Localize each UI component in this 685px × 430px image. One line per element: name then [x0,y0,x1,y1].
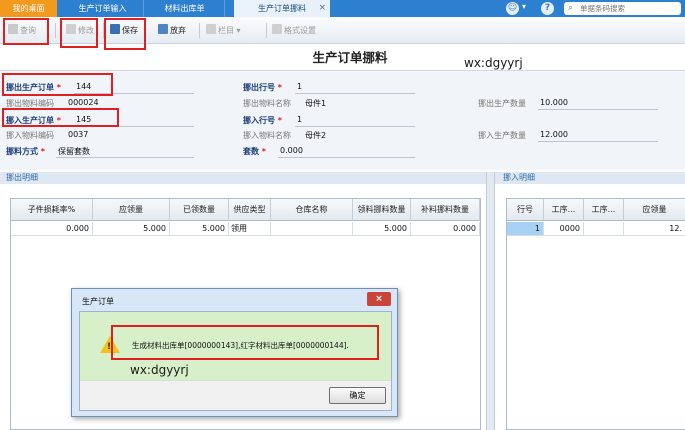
highlight-box [3,18,49,45]
smile-icon[interactable]: ☺ [506,2,519,15]
in-line-field[interactable]: 1 [297,115,302,124]
highlight-box [111,325,379,360]
table-cell[interactable]: 12. [624,222,685,236]
format-icon [272,24,282,34]
in-name-label: 挪入物料名称 [243,131,291,140]
table-cell[interactable] [271,222,353,236]
in-line-label: 挪入行号 * [243,116,282,125]
in-detail-grid: 行号 工序... 工序... 应领量 1 0000 12. [506,198,685,430]
in-name-value: 母件2 [305,131,327,140]
dialog-title: 生产订单 [82,297,114,306]
toolbar: 查询 修改 保存 放弃 栏目 ▾ 格式设置 [0,17,685,44]
table-cell[interactable]: 1 [507,222,544,236]
field-underline [295,93,415,94]
table-cell[interactable]: 5.000 [353,222,411,236]
barcode-search[interactable]: ⌕ [564,2,681,15]
table-cell[interactable] [584,222,624,236]
close-icon[interactable]: × [367,292,391,306]
field-underline [278,157,415,158]
table-cell[interactable]: 0.000 [411,222,480,236]
highlight-box [2,108,119,127]
field-underline [56,157,194,158]
in-detail-title: 挪入明细 [503,173,535,182]
table-cell[interactable]: 领用 [229,222,271,236]
table-cell[interactable]: 0000 [544,222,584,236]
highlight-box [104,18,146,50]
column-header[interactable]: 已领数量 [170,199,229,221]
toolbar-divider [266,23,267,38]
field-underline [538,141,658,142]
columns-label: 栏目 [218,26,234,35]
page-title: 生产订单挪料 [312,50,388,65]
discard-label: 放弃 [170,26,186,35]
tab-bar: 我的桌面 生产订单输入 材料出库单 生产订单挪料 × ☺ ▾ ? ⌕ [0,0,685,17]
in-code-value: 0037 [68,130,89,139]
highlight-box [60,18,98,48]
tab-close-icon[interactable]: × [318,0,326,17]
columns-button[interactable]: 栏目 ▾ [206,23,241,38]
highlight-box [2,73,113,96]
sets-field[interactable]: 0.000 [280,146,303,155]
column-header[interactable]: 仓库名称 [271,199,353,221]
column-header[interactable]: 应领量 [624,199,685,221]
sets-label: 套数 * [243,147,266,156]
out-detail-title: 挪出明细 [6,173,38,182]
table-cell[interactable]: 5.000 [93,222,170,236]
tab-production-order-transfer[interactable]: 生产订单挪料 × [234,0,330,17]
discard-button[interactable]: 放弃 [158,23,186,38]
table-cell[interactable]: 0.000 [11,222,93,236]
column-header[interactable]: 工序... [544,199,584,221]
ok-button[interactable]: 确定 [329,387,386,404]
columns-icon [206,24,216,34]
in-qty-value: 12.000 [540,130,568,139]
column-header[interactable]: 子件损耗率% [11,199,93,221]
column-header[interactable]: 领料挪料数量 [353,199,411,221]
out-code-value: 000024 [68,98,99,107]
in-code-label: 挪入物料编码 [6,131,54,140]
out-name-label: 挪出物料名称 [243,99,291,108]
method-select[interactable]: 保留套数 [58,146,90,157]
method-label: 挪料方式 * [6,147,45,156]
search-icon: ⌕ [568,3,574,13]
out-name-value: 母件1 [305,99,327,108]
tab-production-order-input[interactable]: 生产订单输入 [62,0,144,17]
in-qty-label: 挪入生产数量 [478,131,526,140]
tab-label: 生产订单挪料 [258,4,306,13]
watermark: wx:dgyyrj [130,363,189,377]
field-underline [538,109,658,110]
out-detail-header [0,172,487,184]
table-cell[interactable]: 5.000 [170,222,229,236]
watermark: wx:dgyyrj [464,56,523,70]
field-underline [295,126,415,127]
column-header[interactable]: 行号 [507,199,544,221]
toolbar-divider [55,23,56,38]
chevron-down-icon[interactable]: ▾ [522,2,526,11]
panel-splitter[interactable] [486,172,495,430]
toolbar-divider [199,23,200,38]
format-settings-button[interactable]: 格式设置 [272,23,316,38]
column-header[interactable]: 供应类型 [229,199,271,221]
out-line-label: 挪出行号 * [243,83,282,92]
out-line-field[interactable]: 1 [297,82,302,91]
format-label: 格式设置 [284,26,316,35]
tab-home[interactable]: 我的桌面 [0,0,57,17]
column-header[interactable]: 补料挪料数量 [411,199,480,221]
out-qty-label: 挪出生产数量 [478,99,526,108]
column-header[interactable]: 应领量 [93,199,170,221]
tab-material-outbound[interactable]: 材料出库单 [145,0,225,17]
column-header[interactable]: 工序... [584,199,624,221]
help-icon[interactable]: ? [541,2,554,15]
discard-icon [158,24,168,34]
search-input[interactable] [580,2,678,15]
out-qty-value: 10.000 [540,98,568,107]
